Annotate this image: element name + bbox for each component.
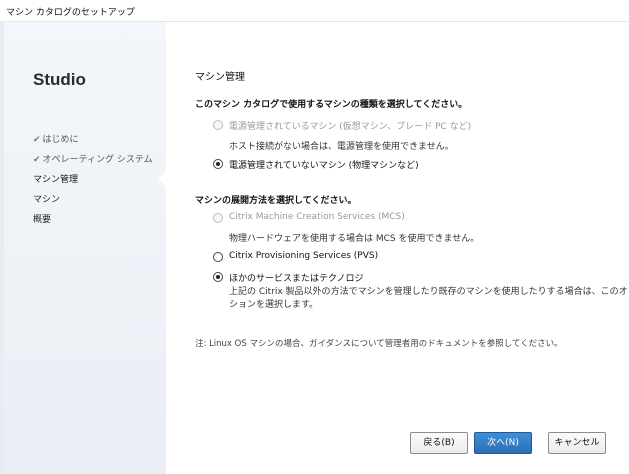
option-not-power-managed-label: 電源管理されていないマシン (物理マシンなど) <box>229 161 419 171</box>
window-title: マシン カタログのセットアップ <box>6 8 135 18</box>
checkmark-icon: ✔ <box>33 135 41 145</box>
step-label: 概要 <box>33 215 52 225</box>
cancel-button[interactable]: キャンセル <box>548 432 606 454</box>
option-pvs-label: Citrix Provisioning Services (PVS) <box>229 251 379 261</box>
page-title: マシン管理 <box>195 72 245 83</box>
option-other-technology-note-line1: 上記の Citrix 製品以外の方法でマシンを管理したり既存のマシンを使用したり… <box>229 287 629 297</box>
step-label: マシン管理 <box>33 175 79 185</box>
radio-mcs[interactable] <box>213 213 223 223</box>
step-machine-management[interactable]: マシン管理 <box>33 170 153 190</box>
radio-other-technology[interactable] <box>213 272 223 282</box>
back-button[interactable]: 戻る(B) <box>410 432 468 454</box>
step-label: オペレーティング システム <box>42 155 153 165</box>
studio-brand: Studio <box>33 70 86 89</box>
radio-not-power-managed[interactable] <box>213 159 223 169</box>
step-introduction[interactable]: ✔ はじめに <box>33 130 153 150</box>
machine-type-question: このマシン カタログで使用するマシンの種類を選択してください。 <box>195 100 468 110</box>
step-label: マシン <box>33 195 61 205</box>
title-bar: マシン カタログのセットアップ <box>0 0 629 22</box>
linux-note: 注: Linux OS マシンの場合、ガイダンスについて管理者用のドキュメントを… <box>195 339 563 349</box>
deployment-question: マシンの展開方法を選択してください。 <box>195 196 357 206</box>
step-summary[interactable]: 概要 <box>33 210 153 230</box>
option-other-technology-note-line2: ションを選択します。 <box>229 300 319 310</box>
radio-power-managed[interactable] <box>213 120 223 130</box>
step-list: ✔ はじめに ✔ オペレーティング システム マシン管理 マシン 概要 <box>33 130 153 230</box>
option-power-managed-label: 電源管理されているマシン (仮想マシン、ブレード PC など) <box>229 122 472 132</box>
option-mcs-label: Citrix Machine Creation Services (MCS) <box>229 212 405 222</box>
step-label: はじめに <box>42 135 79 145</box>
option-other-technology-label: ほかのサービスまたはテクノロジ <box>229 274 364 284</box>
radio-pvs[interactable] <box>213 252 223 262</box>
option-mcs-note: 物理ハードウェアを使用する場合は MCS を使用できません。 <box>229 234 480 244</box>
current-step-pointer <box>158 170 167 188</box>
step-machines[interactable]: マシン <box>33 190 153 210</box>
step-operating-system[interactable]: ✔ オペレーティング システム <box>33 150 153 170</box>
checkmark-icon: ✔ <box>33 155 41 165</box>
option-power-managed-note: ホスト接続がない場合は、電源管理を使用できません。 <box>229 142 454 152</box>
